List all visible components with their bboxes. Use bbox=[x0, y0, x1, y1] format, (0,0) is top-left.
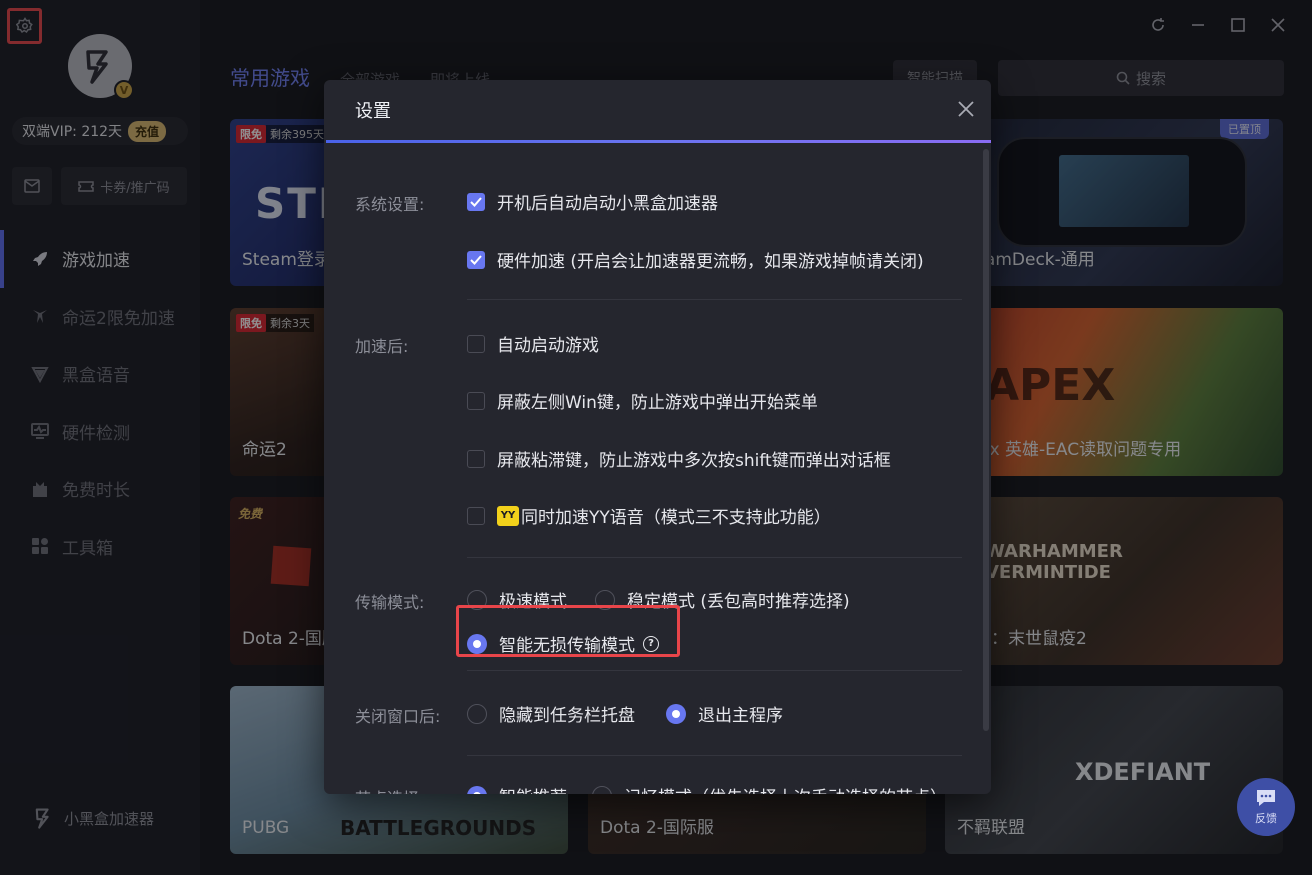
chat-icon bbox=[1257, 790, 1275, 806]
hardware-accel-checkbox[interactable] bbox=[467, 250, 485, 269]
highlight-box bbox=[456, 605, 680, 657]
option-label: 开机后自动启动小黑盒加速器 bbox=[497, 194, 718, 214]
exit-program-radio[interactable] bbox=[666, 703, 686, 724]
option-label: 自动启动游戏 bbox=[497, 336, 599, 356]
memory-mode-radio[interactable] bbox=[592, 785, 612, 794]
settings-dialog: 设置 系统设置: 开机后自动启动小黑盒加速器 硬件加速 (开启会让加速器更流畅，… bbox=[324, 80, 991, 794]
option-label: 智能推荐 bbox=[499, 783, 567, 794]
transfer-mode-label: 传输模式: bbox=[355, 593, 425, 612]
option-label: 退出主程序 bbox=[698, 706, 783, 726]
section-divider bbox=[467, 299, 962, 300]
smart-recommend-option[interactable]: 智能推荐 bbox=[467, 783, 567, 794]
memory-mode-option[interactable]: 记忆模式（优先选择上次手动选择的节点） bbox=[592, 783, 947, 794]
option-label: 屏蔽粘滞键，防止游戏中多次按shift键而弹出对话框 bbox=[497, 451, 891, 471]
exit-program-option[interactable]: 退出主程序 bbox=[666, 701, 783, 726]
feedback-button[interactable]: 反馈 bbox=[1237, 778, 1295, 836]
scrollbar[interactable] bbox=[983, 149, 989, 731]
after-accel-label: 加速后: bbox=[355, 337, 409, 356]
option-label: 隐藏到任务栏托盘 bbox=[499, 706, 635, 726]
close-window-label: 关闭窗口后: bbox=[355, 707, 441, 726]
block-win-key-checkbox[interactable] bbox=[467, 391, 485, 410]
yy-voice-icon: YY bbox=[497, 505, 519, 526]
autostart-checkbox[interactable] bbox=[467, 192, 485, 211]
hide-to-tray-radio[interactable] bbox=[467, 703, 487, 724]
section-divider bbox=[467, 755, 962, 756]
section-divider bbox=[467, 557, 962, 558]
close-icon[interactable] bbox=[955, 98, 977, 120]
hardware-accel-option[interactable]: 硬件加速 (开启会让加速器更流畅，如果游戏掉帧请关闭) bbox=[467, 247, 924, 272]
hide-to-tray-option[interactable]: 隐藏到任务栏托盘 bbox=[467, 701, 635, 726]
block-win-key-option[interactable]: 屏蔽左侧Win键，防止游戏中弹出开始菜单 bbox=[467, 388, 818, 413]
yy-voice-text: YY 同时加速YY语音（模式三不支持此功能） bbox=[497, 503, 831, 528]
auto-launch-option[interactable]: 自动启动游戏 bbox=[467, 331, 599, 356]
block-sticky-keys-option[interactable]: 屏蔽粘滞键，防止游戏中多次按shift键而弹出对话框 bbox=[467, 446, 891, 471]
auto-launch-checkbox[interactable] bbox=[467, 334, 485, 353]
block-sticky-keys-checkbox[interactable] bbox=[467, 449, 485, 468]
autostart-option[interactable]: 开机后自动启动小黑盒加速器 bbox=[467, 189, 718, 214]
smart-recommend-radio[interactable] bbox=[467, 785, 487, 794]
system-settings-label: 系统设置: bbox=[355, 195, 425, 214]
section-divider bbox=[467, 670, 962, 671]
option-label: 同时加速YY语音（模式三不支持此功能） bbox=[521, 508, 831, 528]
check-icon bbox=[470, 254, 482, 265]
dialog-header: 设置 bbox=[324, 80, 991, 140]
option-label: 屏蔽左侧Win键，防止游戏中弹出开始菜单 bbox=[497, 393, 818, 413]
feedback-label: 反馈 bbox=[1255, 812, 1277, 825]
dialog-title: 设置 bbox=[355, 101, 391, 122]
dialog-body: 系统设置: 开机后自动启动小黑盒加速器 硬件加速 (开启会让加速器更流畅，如果游… bbox=[324, 143, 991, 794]
check-icon bbox=[470, 196, 482, 207]
yy-voice-option[interactable]: YY 同时加速YY语音（模式三不支持此功能） bbox=[467, 503, 831, 528]
option-label: 硬件加速 (开启会让加速器更流畅，如果游戏掉帧请关闭) bbox=[497, 252, 924, 272]
yy-voice-checkbox[interactable] bbox=[467, 506, 485, 525]
option-label: 记忆模式（优先选择上次手动选择的节点） bbox=[624, 783, 947, 794]
node-select-label: 节点选择: bbox=[355, 785, 424, 794]
